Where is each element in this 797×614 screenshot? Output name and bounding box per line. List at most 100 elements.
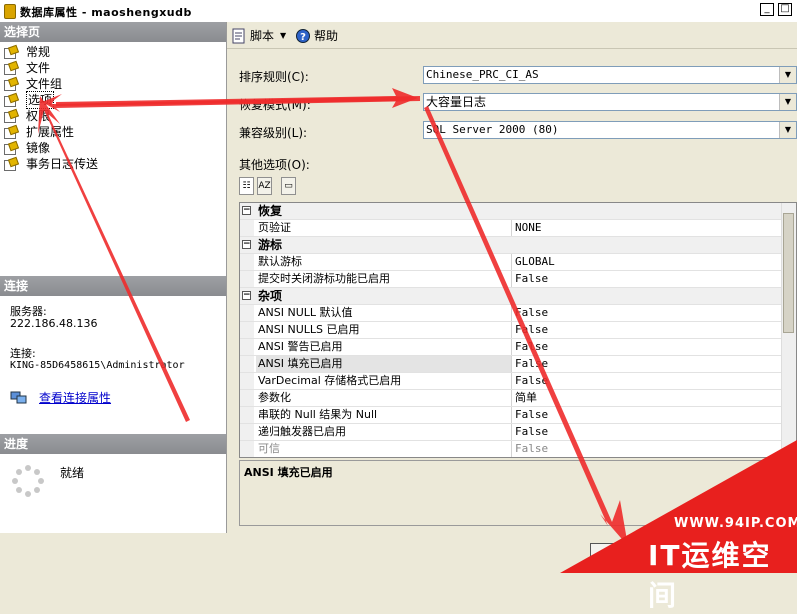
property-value[interactable]: False xyxy=(512,407,548,423)
property-value[interactable]: False xyxy=(512,373,548,389)
grid-row[interactable]: ANSI 填充已启用 False xyxy=(240,356,796,373)
property-name: 参数化 xyxy=(256,390,512,406)
collation-select[interactable]: Chinese_PRC_CI_AS ▼ xyxy=(423,66,797,84)
grid-row[interactable]: 提交时关闭游标功能已启用 False xyxy=(240,271,796,288)
connection-properties-icon xyxy=(10,391,27,403)
chevron-down-icon[interactable]: ▼ xyxy=(779,94,796,110)
property-value[interactable]: False xyxy=(512,305,548,321)
script-icon xyxy=(232,28,245,43)
nav-item-files[interactable]: 文件 xyxy=(4,60,98,76)
nav-item-general[interactable]: 常规 xyxy=(4,44,98,60)
chevron-down-icon[interactable]: ▼ xyxy=(779,67,796,83)
dropdown-arrow-icon: ▼ xyxy=(280,31,287,40)
grid-category[interactable]: − 恢复 xyxy=(240,203,796,220)
page-nav-list: 常规 文件 文件组 选项 权限 扩展属性 镜像 事务日志传送 xyxy=(4,44,98,172)
select-page-header: 选择页 xyxy=(0,22,226,42)
watermark-site: WWW.94IP.COM xyxy=(674,516,797,531)
recovery-model-select[interactable]: 大容量日志 ▼ xyxy=(423,93,797,111)
property-value[interactable]: GLOBAL xyxy=(512,254,555,270)
property-name: 默认游标 xyxy=(256,254,512,270)
progress-status: 就绪 xyxy=(60,466,85,480)
collapse-toggle-icon[interactable]: − xyxy=(242,206,251,215)
property-value[interactable]: False xyxy=(512,356,548,372)
compatibility-level-label: 兼容级别(L): xyxy=(239,126,308,140)
nav-item-mirroring[interactable]: 镜像 xyxy=(4,140,98,156)
property-value[interactable]: NONE xyxy=(512,220,542,236)
page-icon xyxy=(4,78,18,91)
help-button[interactable]: ? 帮助 xyxy=(295,27,338,44)
grid-scrollbar[interactable] xyxy=(781,203,796,457)
nav-item-log-shipping[interactable]: 事务日志传送 xyxy=(4,156,98,172)
collapse-toggle-icon[interactable]: − xyxy=(242,291,251,300)
database-icon xyxy=(4,4,16,19)
property-grid-rows: − 恢复 页验证 NONE − 游标 默认游标 GLOBAL 提交时关闭游标功能已启用 False… xyxy=(240,203,796,457)
connection-label: 连接: xyxy=(10,347,36,360)
maximize-button[interactable]: □ xyxy=(778,3,792,16)
grid-row[interactable]: 串联的 Null 结果为 Null False xyxy=(240,407,796,424)
collation-label: 排序规则(C): xyxy=(239,70,309,84)
categorized-view-icon[interactable]: ☷ xyxy=(239,177,254,195)
grid-row[interactable]: 参数化 简单 xyxy=(240,390,796,407)
grid-row[interactable]: ANSI 警告已启用 False xyxy=(240,339,796,356)
left-panel: 选择页 常规 文件 文件组 选项 权限 扩展属性 镜像 事务日志传送 连接 服务… xyxy=(0,22,227,533)
property-name: 提交时关闭游标功能已启用 xyxy=(256,271,512,287)
property-value[interactable]: False xyxy=(512,339,548,355)
page-icon xyxy=(4,158,18,171)
property-name: 恢复 xyxy=(258,204,283,218)
property-name: 杂项 xyxy=(258,289,283,303)
property-value[interactable]: 简单 xyxy=(512,390,537,406)
grid-row[interactable]: VarDecimal 存储格式已启用 False xyxy=(240,373,796,390)
window-title: 数据库属性 - maoshengxudb xyxy=(20,6,192,19)
sort-alphabetical-icon[interactable]: AZ xyxy=(257,177,272,195)
property-name: ANSI 警告已启用 xyxy=(256,339,512,355)
grid-row[interactable]: 递归触发器已启用 False xyxy=(240,424,796,441)
page-icon xyxy=(4,110,18,123)
chevron-down-icon[interactable]: ▼ xyxy=(779,122,796,138)
nav-item-extended-properties[interactable]: 扩展属性 xyxy=(4,124,98,140)
page-icon xyxy=(4,142,18,155)
svg-text:?: ? xyxy=(300,32,306,43)
help-icon: ? xyxy=(296,28,310,43)
property-name: 可信 xyxy=(256,441,512,457)
other-options-label: 其他选项(O): xyxy=(239,158,310,172)
grid-row[interactable]: 页验证 NONE xyxy=(240,220,796,237)
property-name: 游标 xyxy=(258,238,283,252)
toolbar: 脚本 ▼ ? 帮助 xyxy=(227,22,797,49)
view-connection-properties-link[interactable]: 查看连接属性 xyxy=(39,389,111,406)
nav-item-options[interactable]: 选项 xyxy=(4,91,98,109)
page-icon xyxy=(4,126,18,139)
compatibility-level-select[interactable]: SQL Server 2000 (80) ▼ xyxy=(423,121,797,139)
grid-row[interactable]: 可信 False xyxy=(240,441,796,457)
property-grid-toolbar: ☷ AZ ▭ xyxy=(239,177,299,197)
grid-category[interactable]: − 游标 xyxy=(240,237,796,254)
property-name: VarDecimal 存储格式已启用 xyxy=(256,373,512,389)
property-name: 递归触发器已启用 xyxy=(256,424,512,440)
page-icon xyxy=(4,62,18,75)
right-panel: 脚本 ▼ ? 帮助 排序规则(C): Chinese_PRC_CI_AS ▼ 恢… xyxy=(227,22,797,533)
property-value[interactable]: False xyxy=(512,271,548,287)
collapse-toggle-icon[interactable]: − xyxy=(242,240,251,249)
server-value: 222.186.48.136 xyxy=(10,317,98,330)
connection-value: KING-85D6458615\Administrator xyxy=(10,360,185,371)
property-value[interactable]: False xyxy=(512,441,548,457)
description-title: ANSI 填充已启用 xyxy=(244,466,333,479)
property-name: ANSI NULL 默认值 xyxy=(256,305,512,321)
script-button[interactable]: 脚本 ▼ xyxy=(231,27,286,44)
scroll-thumb[interactable] xyxy=(783,213,794,333)
grid-category[interactable]: − 杂项 xyxy=(240,288,796,305)
title-bar: 数据库属性 - maoshengxudb _ □ xyxy=(0,0,797,23)
property-value[interactable]: False xyxy=(512,322,548,338)
minimize-button[interactable]: _ xyxy=(760,3,774,16)
nav-item-permissions[interactable]: 权限 xyxy=(4,108,98,124)
grid-row[interactable]: ANSI NULL 默认值 False xyxy=(240,305,796,322)
nav-item-filegroups[interactable]: 文件组 xyxy=(4,76,98,92)
progress-spinner-icon xyxy=(12,465,44,497)
ok-button[interactable] xyxy=(590,543,650,565)
grid-row[interactable]: 默认游标 GLOBAL xyxy=(240,254,796,271)
property-name: 串联的 Null 结果为 Null xyxy=(256,407,512,423)
grid-row[interactable]: ANSI NULLS 已启用 False xyxy=(240,322,796,339)
property-name: ANSI NULLS 已启用 xyxy=(256,322,512,338)
property-value[interactable]: False xyxy=(512,424,548,440)
property-pages-icon[interactable]: ▭ xyxy=(281,177,296,195)
options-property-grid: − 恢复 页验证 NONE − 游标 默认游标 GLOBAL 提交时关闭游标功能已启用 False… xyxy=(239,202,797,458)
